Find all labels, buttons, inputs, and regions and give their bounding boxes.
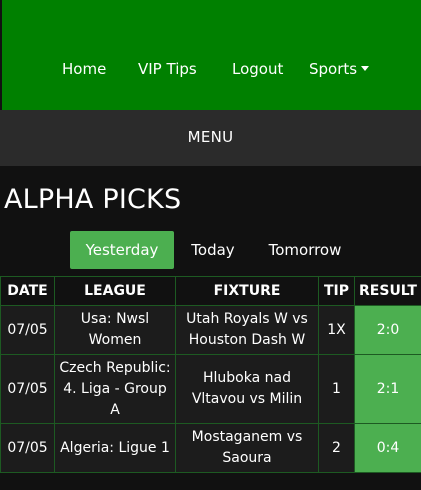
column-header-league: LEAGUE — [54, 276, 176, 306]
nav-sports-label: Sports — [309, 60, 358, 78]
table-row: 07/05 Czech Republic: 4. Liga - Group A … — [0, 354, 421, 424]
cell-result: 2:1 — [354, 354, 421, 424]
tab-today[interactable]: Today — [183, 231, 243, 269]
cell-result: 0:4 — [354, 423, 421, 473]
cell-league: Czech Republic: 4. Liga - Group A — [54, 354, 176, 424]
nav-vip-tips-link[interactable]: VIP Tips — [138, 60, 197, 78]
nav-home-link[interactable]: Home — [62, 60, 106, 78]
table-row: 07/05 Usa: Nwsl Women Utah Royals W vs H… — [0, 305, 421, 355]
tab-tomorrow[interactable]: Tomorrow — [262, 231, 348, 269]
cell-tip: 1 — [318, 354, 355, 424]
cell-tip: 2 — [318, 423, 355, 473]
cell-fixture: Utah Royals W vs Houston Dash W — [175, 305, 319, 355]
cell-tip: 1X — [318, 305, 355, 355]
menu-toggle-label: MENU — [187, 128, 234, 146]
menu-bar[interactable]: MENU — [0, 110, 421, 166]
column-header-date: DATE — [0, 276, 55, 306]
column-header-result: RESULT — [354, 276, 421, 306]
nav-sports-dropdown[interactable]: Sports — [309, 60, 370, 78]
caret-down-icon — [361, 66, 370, 71]
cell-result: 2:0 — [354, 305, 421, 355]
nav-logout-link[interactable]: Logout — [232, 60, 283, 78]
cell-fixture: Mostaganem vs Saoura — [175, 423, 319, 473]
top-navigation-bar: Home VIP Tips Logout Sports — [2, 0, 421, 110]
page-bottom-edge — [0, 486, 421, 490]
cell-date: 07/05 — [0, 423, 55, 473]
table-row: 07/05 Algeria: Ligue 1 Mostaganem vs Sao… — [0, 423, 421, 473]
day-tabs: Yesterday Today Tomorrow — [0, 231, 421, 269]
column-header-tip: TIP — [318, 276, 355, 306]
tab-yesterday[interactable]: Yesterday — [70, 231, 174, 269]
cell-date: 07/05 — [0, 354, 55, 424]
cell-fixture: Hluboka nad Vltavou vs Milin — [175, 354, 319, 424]
cell-league: Algeria: Ligue 1 — [54, 423, 176, 473]
column-header-fixture: FIXTURE — [175, 276, 319, 306]
table-header-row: DATE LEAGUE FIXTURE TIP RESULT — [0, 276, 421, 306]
tips-table: DATE LEAGUE FIXTURE TIP RESULT 07/05 Usa… — [0, 276, 421, 473]
cell-date: 07/05 — [0, 305, 55, 355]
page-title: ALPHA PICKS — [4, 184, 182, 215]
cell-league: Usa: Nwsl Women — [54, 305, 176, 355]
